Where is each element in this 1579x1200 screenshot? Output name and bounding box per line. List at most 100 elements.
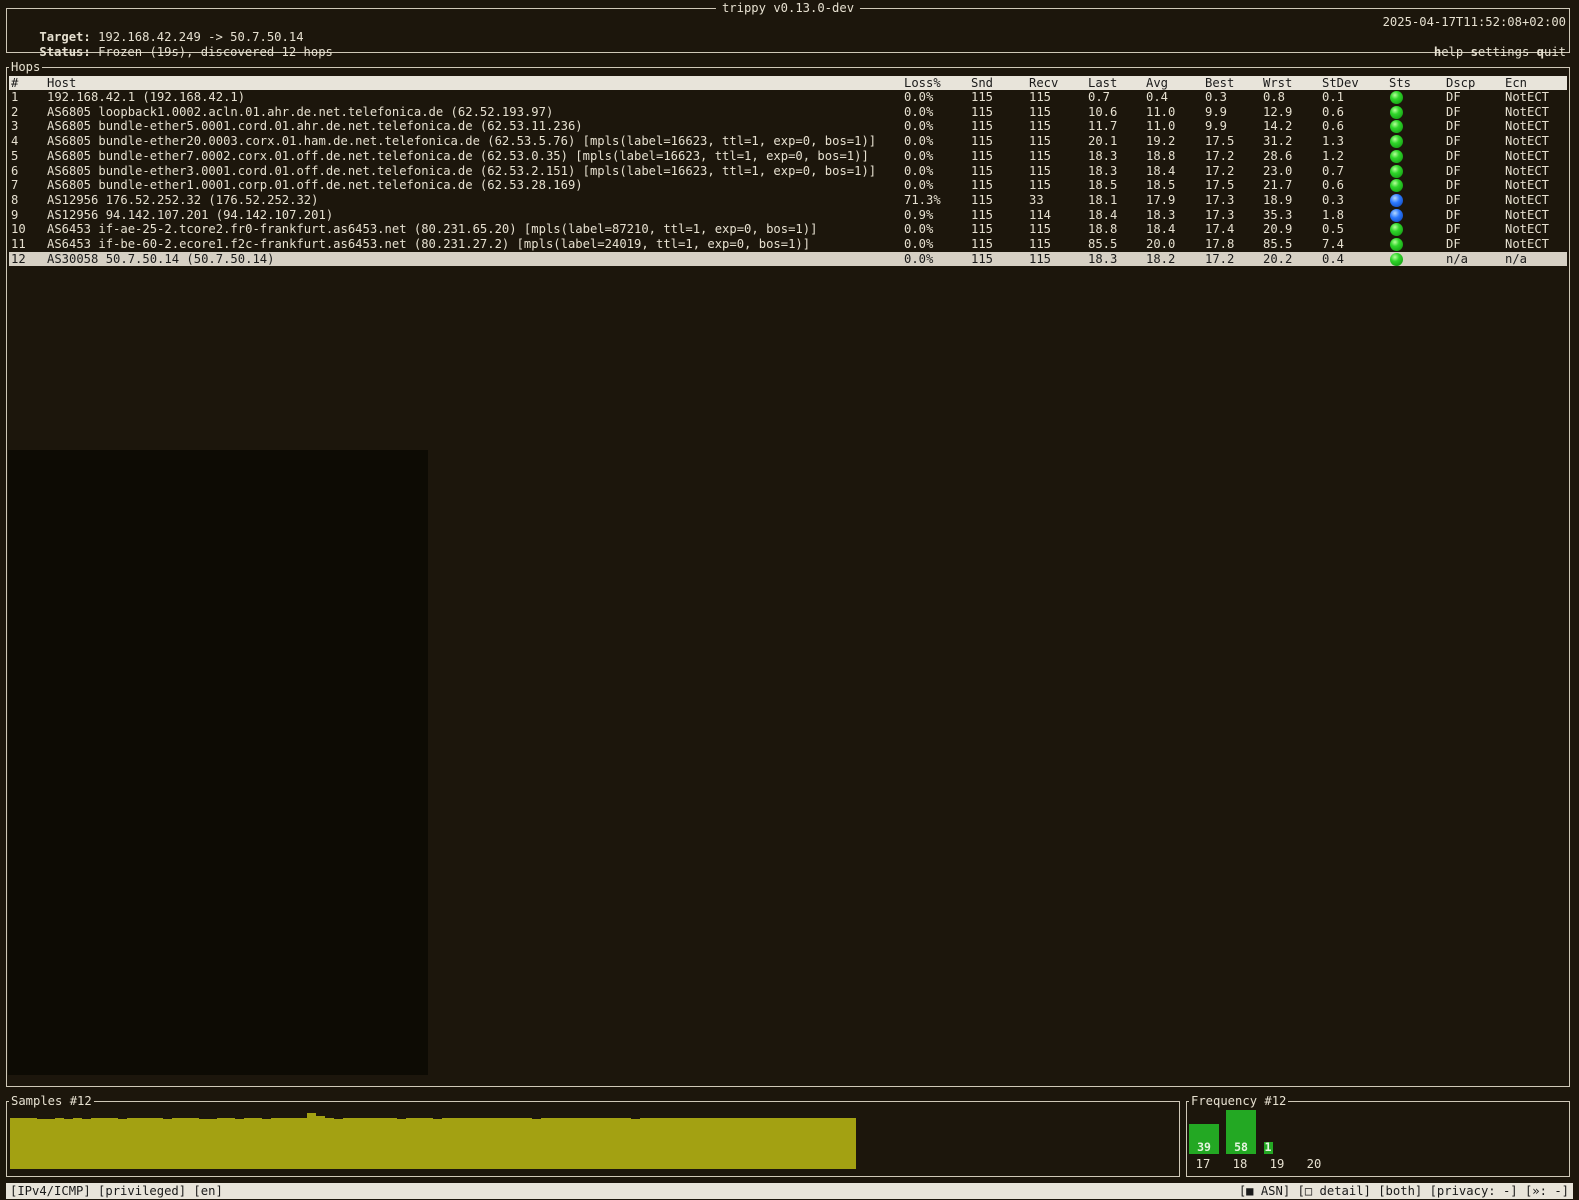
table-row[interactable]: 10 AS6453 if-ae-25-2.tcore2.fr0-frankfurt…: [9, 222, 1567, 237]
cell-snd: 115: [971, 148, 994, 163]
sample-bar: [550, 1118, 559, 1169]
column-header-ecn: Ecn: [1505, 76, 1528, 90]
table-row[interactable]: 8 AS12956 176.52.252.32 (176.52.252.32) 71…: [9, 193, 1567, 208]
status-indicator-icon: [1390, 164, 1403, 178]
cell-dscp: DF: [1446, 163, 1461, 178]
cell-last: 0.7: [1088, 90, 1111, 104]
cell-avg: 18.4: [1146, 163, 1176, 178]
cell-loss: 0.0%: [904, 148, 934, 163]
cell-avg: 18.4: [1146, 222, 1176, 237]
cell-dscp: DF: [1446, 192, 1461, 207]
sample-bar: [181, 1118, 190, 1169]
cell-recv: 115: [1029, 251, 1052, 266]
sample-bar: [235, 1118, 244, 1169]
cell-last: 18.3: [1088, 148, 1118, 163]
status-indicator-icon: [1390, 91, 1403, 104]
status-indicator-icon: [1390, 149, 1403, 163]
cell-ecn: NotECT: [1505, 90, 1550, 104]
table-row[interactable]: 3 AS6805 bundle-ether5.0001.cord.01.ahr.d…: [9, 119, 1567, 134]
cell-snd: 115: [971, 90, 994, 104]
sample-bar: [154, 1118, 163, 1169]
table-row[interactable]: 2 AS6805 loopback1.0002.acln.01.ahr.de.ne…: [9, 105, 1567, 120]
cell-snd: 115: [971, 163, 994, 178]
cell-last: 85.5: [1088, 237, 1118, 251]
cell-stdev: 1.3: [1322, 134, 1345, 149]
table-row[interactable]: 5 AS6805 bundle-ether7.0002.corx.01.off.d…: [9, 149, 1567, 164]
sample-bar: [541, 1118, 550, 1169]
cell-snd: 115: [971, 222, 994, 237]
sample-bar: [217, 1118, 226, 1169]
cell-dscp: DF: [1446, 134, 1461, 149]
cell-stdev: 0.6: [1322, 178, 1345, 193]
table-row[interactable]: 9 AS12956 94.142.107.201 (94.142.107.201)…: [9, 208, 1567, 223]
cell-recv: 115: [1029, 222, 1052, 237]
cell-stdev: 0.3: [1322, 192, 1345, 207]
sample-bar: [793, 1118, 802, 1169]
table-row[interactable]: 4 AS6805 bundle-ether20.0003.corx.01.ham.…: [9, 134, 1567, 149]
status-indicator-icon: [1390, 208, 1403, 222]
cell-best: 17.5: [1205, 134, 1235, 149]
sample-bar: [730, 1118, 739, 1169]
cell-snd: 115: [971, 178, 994, 193]
table-row[interactable]: 6 AS6805 bundle-ether3.0001.cord.01.off.d…: [9, 164, 1567, 179]
cell-last: 10.6: [1088, 104, 1118, 119]
sample-bar: [109, 1117, 118, 1169]
sample-bar: [802, 1118, 811, 1169]
sample-bar: [613, 1118, 622, 1169]
settings-shortcut[interactable]: settings: [1471, 45, 1530, 59]
table-row[interactable]: 12 AS30058 50.7.50.14 (50.7.50.14) 0.0% 115…: [9, 251, 1567, 267]
cell-avg: 11.0: [1146, 104, 1176, 119]
sample-bar: [721, 1118, 730, 1169]
status-bar-right[interactable]: [■ ASN] [□ detail] [both] [privacy: -] […: [1239, 1184, 1569, 1198]
sample-bar: [658, 1118, 667, 1169]
sample-bar: [820, 1118, 829, 1169]
cell-recv: 115: [1029, 90, 1052, 104]
sample-bar: [19, 1118, 28, 1169]
cell-recv: 114: [1029, 207, 1052, 222]
cell-num: 9: [11, 207, 19, 222]
quit-shortcut[interactable]: quit: [1537, 45, 1566, 59]
sample-bar: [226, 1118, 235, 1169]
cell-stdev: 0.1: [1322, 90, 1345, 104]
cell-dscp: n/a: [1446, 251, 1469, 266]
sample-bar: [82, 1119, 91, 1169]
cell-dscp: DF: [1446, 178, 1461, 193]
help-shortcut[interactable]: help: [1434, 45, 1463, 59]
cell-dscp: DF: [1446, 222, 1461, 237]
sample-bar: [487, 1118, 496, 1169]
sample-bar: [100, 1118, 109, 1169]
cell-snd: 115: [971, 134, 994, 149]
sample-bar: [370, 1118, 379, 1169]
cell-snd: 115: [971, 104, 994, 119]
status-value: Frozen (19s), discovered 12 hops: [98, 45, 333, 59]
column-header-loss: Loss%: [904, 76, 941, 90]
sample-bar: [136, 1118, 145, 1169]
table-row[interactable]: 1 192.168.42.1 (192.168.42.1) 0.0% 115 115 0.…: [9, 90, 1567, 105]
sample-bar: [46, 1118, 55, 1169]
sample-bar: [91, 1118, 100, 1169]
status-indicator-icon: [1390, 238, 1403, 251]
sample-bar: [847, 1118, 856, 1169]
frequency-count: 58: [1234, 1140, 1248, 1154]
status-indicator-icon: [1390, 223, 1403, 237]
cell-loss: 0.0%: [904, 251, 934, 266]
hops-panel: Hops # Host Loss% Snd Recv Last Avg Best Wrst StD…: [6, 60, 1570, 1087]
status-label: Status:: [39, 45, 91, 59]
sample-bar: [424, 1118, 433, 1169]
table-row[interactable]: 11 AS6453 if-be-60-2.ecore1.f2c-frankfurt…: [9, 237, 1567, 252]
cell-wrst: 85.5: [1263, 237, 1293, 251]
table-row[interactable]: 7 AS6805 bundle-ether1.0001.corp.01.off.d…: [9, 178, 1567, 193]
cell-ecn: NotECT: [1505, 237, 1550, 251]
sample-bar: [397, 1119, 406, 1169]
sample-bar: [127, 1118, 136, 1169]
cell-avg: 18.3: [1146, 207, 1176, 222]
sample-bar: [469, 1118, 478, 1169]
cell-avg: 20.0: [1146, 237, 1176, 251]
sample-bar: [307, 1113, 316, 1169]
cell-best: 17.2: [1205, 148, 1235, 163]
sample-bar: [784, 1118, 793, 1169]
cell-ecn: NotECT: [1505, 163, 1550, 178]
frequency-bin-label: 17: [1195, 1157, 1211, 1171]
cell-host: AS6805 bundle-ether20.0003.corx.01.ham.d…: [47, 134, 877, 149]
cell-stdev: 0.6: [1322, 104, 1345, 119]
